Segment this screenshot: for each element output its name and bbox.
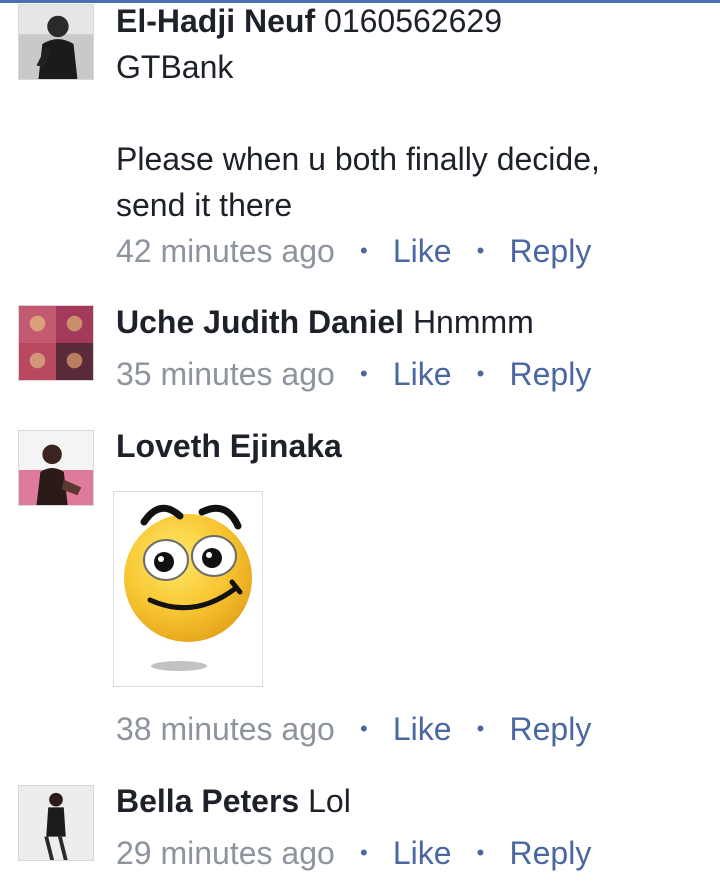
comment-text: Hnmmm — [412, 304, 534, 340]
comment-text-line: Please when u both finally decide, — [116, 141, 600, 177]
avatar[interactable] — [18, 785, 94, 861]
reply-button[interactable]: Reply — [510, 711, 592, 747]
comment-timestamp: 38 minutes ago — [116, 711, 335, 747]
like-button[interactable]: Like — [393, 835, 452, 871]
comment-meta: 35 minutes ago • Like • Reply — [116, 351, 706, 397]
separator-dot: • — [476, 238, 485, 263]
comment-author[interactable]: Bella Peters — [116, 783, 299, 819]
comment-timestamp: 42 minutes ago — [116, 233, 335, 269]
comment-text: 0160562629 — [324, 3, 502, 39]
separator-dot: • — [359, 716, 368, 741]
separator-dot: • — [476, 361, 485, 386]
separator-dot: • — [359, 361, 368, 386]
comment-author[interactable]: El-Hadji Neuf — [116, 3, 315, 39]
comment-text: Lol — [308, 783, 351, 819]
separator-dot: • — [476, 840, 485, 865]
comment-author[interactable]: Loveth Ejinaka — [116, 428, 342, 464]
sticker-attachment[interactable] — [113, 491, 263, 687]
comment-text-line — [116, 90, 706, 136]
like-button[interactable]: Like — [393, 711, 452, 747]
comment-timestamp: 29 minutes ago — [116, 835, 335, 871]
reply-button[interactable]: Reply — [510, 835, 592, 871]
separator-dot: • — [359, 238, 368, 263]
comment-meta: 42 minutes ago • Like • Reply — [116, 228, 706, 274]
comment-author[interactable]: Uche Judith Daniel — [116, 304, 404, 340]
comment-text-line: send it there — [116, 187, 293, 223]
comment-timestamp: 35 minutes ago — [116, 356, 335, 392]
separator-dot: • — [476, 716, 485, 741]
reply-button[interactable]: Reply — [510, 356, 592, 392]
separator-dot: • — [359, 840, 368, 865]
reply-button[interactable]: Reply — [510, 233, 592, 269]
comment-text-line: GTBank — [116, 49, 234, 85]
like-button[interactable]: Like — [393, 356, 452, 392]
comment-meta: 29 minutes ago • Like • Reply — [116, 830, 706, 876]
comment-meta: 38 minutes ago • Like • Reply — [116, 706, 706, 752]
avatar[interactable] — [18, 4, 94, 80]
like-button[interactable]: Like — [393, 233, 452, 269]
avatar[interactable] — [18, 430, 94, 506]
avatar[interactable] — [18, 305, 94, 381]
